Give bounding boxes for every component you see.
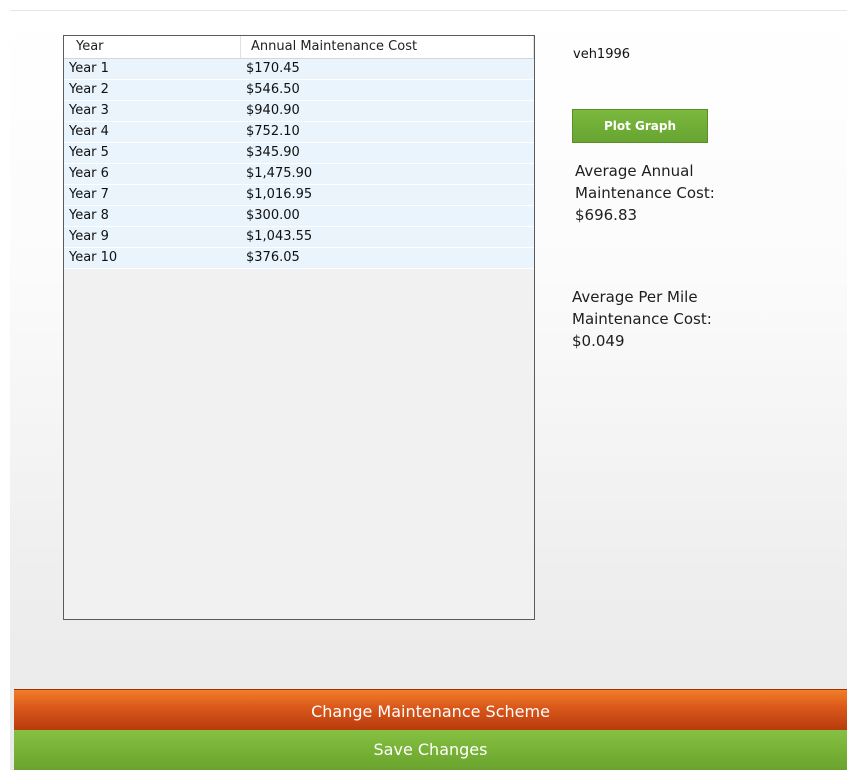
- table-row[interactable]: Year 3 $940.90: [64, 101, 534, 122]
- table-row[interactable]: Year 4 $752.10: [64, 122, 534, 143]
- table-row[interactable]: Year 9 $1,043.55: [64, 227, 534, 248]
- average-annual-label-line2: Maintenance Cost:: [575, 184, 715, 202]
- cost-cell: $940.90: [246, 103, 300, 118]
- table-row[interactable]: Year 6 $1,475.90: [64, 164, 534, 185]
- table-row[interactable]: Year 1 $170.45: [64, 59, 534, 80]
- panel-top-border: [10, 10, 847, 11]
- average-annual-label-line1: Average Annual: [575, 162, 694, 180]
- maintenance-cost-table[interactable]: Year Annual Maintenance Cost Year 1 $170…: [63, 35, 535, 620]
- vehicle-id-label: veh1996: [573, 47, 631, 62]
- cost-cell: $752.10: [246, 124, 300, 139]
- table-row[interactable]: Year 7 $1,016.95: [64, 185, 534, 206]
- average-per-mile-label-line2: Maintenance Cost:: [572, 310, 712, 328]
- table-row[interactable]: Year 10 $376.05: [64, 248, 534, 269]
- year-cell: Year 5: [69, 145, 109, 160]
- table-header: Year Annual Maintenance Cost: [64, 36, 534, 59]
- average-per-mile-cost: Average Per Mile Maintenance Cost: $0.04…: [572, 286, 772, 352]
- plot-graph-button[interactable]: Plot Graph: [572, 109, 708, 143]
- table-row[interactable]: Year 2 $546.50: [64, 80, 534, 101]
- change-maintenance-scheme-button[interactable]: Change Maintenance Scheme: [14, 689, 847, 730]
- average-per-mile-value: $0.049: [572, 332, 625, 350]
- cost-cell: $1,475.90: [246, 166, 313, 181]
- average-annual-cost: Average Annual Maintenance Cost: $696.83: [575, 160, 775, 226]
- year-cell: Year 9: [69, 229, 109, 244]
- cost-cell: $1,043.55: [246, 229, 313, 244]
- save-changes-button[interactable]: Save Changes: [14, 730, 847, 770]
- year-cell: Year 4: [69, 124, 109, 139]
- table-body: Year 1 $170.45 Year 2 $546.50 Year 3 $94…: [64, 59, 534, 269]
- table-row[interactable]: Year 8 $300.00: [64, 206, 534, 227]
- year-cell: Year 8: [69, 208, 109, 223]
- cost-cell: $300.00: [246, 208, 300, 223]
- year-cell: Year 7: [69, 187, 109, 202]
- cost-cell: $345.90: [246, 145, 300, 160]
- cost-cell: $170.45: [246, 61, 300, 76]
- year-cell: Year 2: [69, 82, 109, 97]
- year-cell: Year 3: [69, 103, 109, 118]
- year-cell: Year 1: [69, 61, 109, 76]
- year-cell: Year 6: [69, 166, 109, 181]
- cost-cell: $546.50: [246, 82, 300, 97]
- cost-cell: $376.05: [246, 250, 300, 265]
- column-header-year[interactable]: Year: [64, 36, 241, 58]
- average-per-mile-label-line1: Average Per Mile: [572, 288, 698, 306]
- cost-cell: $1,016.95: [246, 187, 313, 202]
- column-header-annual-cost[interactable]: Annual Maintenance Cost: [241, 36, 534, 58]
- table-row[interactable]: Year 5 $345.90: [64, 143, 534, 164]
- average-annual-value: $696.83: [575, 206, 638, 224]
- year-cell: Year 10: [69, 250, 118, 265]
